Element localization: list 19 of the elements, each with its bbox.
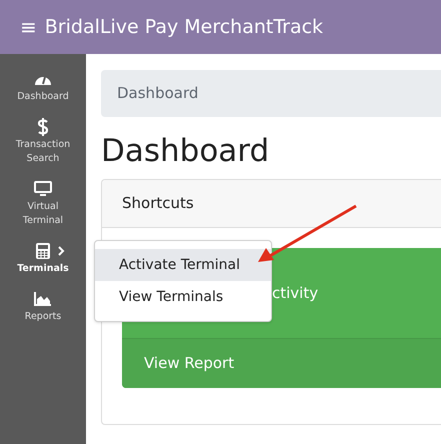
sidebar-item[interactable]: Dashboard	[10, 70, 76, 104]
calculator-icon	[36, 243, 50, 259]
area-chart-icon	[34, 292, 52, 306]
submenu-item[interactable]: View Terminals	[95, 281, 271, 313]
card-title: Shortcuts	[122, 193, 194, 214]
dollar-icon	[38, 118, 48, 136]
tile-title: ctivity	[272, 282, 318, 304]
app-title: BridalLive Pay MerchantTrack	[44, 14, 324, 40]
sidebar-item[interactable]: Transaction Search	[10, 118, 76, 166]
monitor-icon	[34, 181, 52, 197]
sidebar-item[interactable]: Virtual Terminal	[10, 180, 76, 228]
breadcrumb-item: Dashboard	[117, 83, 198, 104]
sidebar-item[interactable]: Terminals	[10, 242, 76, 276]
submenu-item[interactable]: Activate Terminal	[95, 249, 271, 281]
view-report-button[interactable]: View Report	[122, 338, 441, 388]
sidebar-item[interactable]: Reports	[10, 290, 76, 324]
menu-button[interactable]: ≡	[20, 17, 37, 37]
chevron-right-icon	[58, 246, 65, 256]
page-title: Dashboard	[101, 132, 270, 171]
